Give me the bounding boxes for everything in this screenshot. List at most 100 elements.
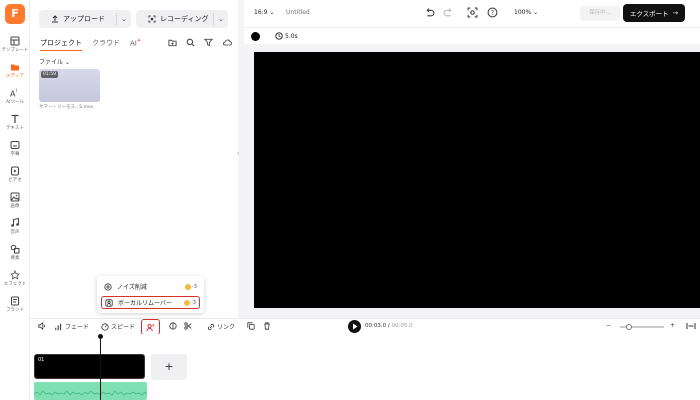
credit-cost: -3 [184,299,196,306]
cloud-icon[interactable] [222,38,232,47]
sidebar-item-audio[interactable]: 音声 [0,216,30,242]
timeline: 01 + [30,334,700,400]
noise-reduction-icon [104,282,112,291]
menu-item-noise-reduction[interactable]: ノイズ削減 -3 [101,280,200,293]
sidebar-item-label: ブランド [6,308,24,313]
new-badge-icon: ✦ [136,38,142,44]
chevron-down-icon: ⌄ [64,59,70,66]
chevron-down-icon[interactable]: ⌄ [117,15,131,23]
sidebar-item-media[interactable]: メディア [0,60,30,86]
new-folder-icon[interactable] [168,38,177,47]
clip-label: 01 [38,357,45,363]
sidebar-item-effects[interactable]: エフェクト [0,268,30,294]
snapshot-icon[interactable] [467,7,478,18]
play-button[interactable] [348,320,361,333]
sidebar-item-brand[interactable]: ブランド [0,294,30,320]
add-clip-button[interactable]: + [151,354,187,380]
audio-icon [11,218,19,227]
zoom-select[interactable]: 100% ⌄ [514,9,538,16]
asset-tools [168,38,232,47]
aspect-ratio-select[interactable]: 16:9 ⌄ [254,9,274,16]
video-preview-canvas[interactable] [254,52,700,308]
timeline-zoom-slider[interactable] [620,324,664,330]
subtitle-icon [10,141,20,149]
sidebar-item-label: 画像 [10,204,20,209]
sidebar-item-video[interactable]: ビデオ [0,164,30,190]
sidebar-item-label: 字幕 [10,152,20,157]
sidebar-item-label: AIツール [6,100,24,105]
app-logo: F [5,4,25,24]
split-audio-button[interactable] [169,322,177,330]
panel-collapse-chevron-icon[interactable]: ‹ [237,150,243,164]
media-thumbnail[interactable]: 01:59 [39,69,100,102]
assets-panel: アップロード ⌄ レコーディング ⌄ プロジェクト クラウド AI✦ ファイル … [30,0,238,318]
zoom-out-button[interactable]: − [606,322,611,329]
menu-item-label: ノイズ削減 [117,284,147,291]
menu-item-vocal-remover[interactable]: ボーカルリムーバー -3 [101,296,200,309]
menu-item-label: ボーカルリムーバー [118,300,172,307]
brand-icon [11,296,19,306]
volume-button[interactable] [38,322,46,330]
sidebar-item-label: テキスト [6,126,24,131]
duration-value: 5.0s [285,32,298,40]
sidebar-item-image[interactable]: 画像 [0,190,30,216]
media-folder-icon [11,64,19,71]
sidebar-item-elements[interactable]: 要素 [0,242,30,268]
fit-timeline-button[interactable] [686,322,696,330]
duration-control[interactable]: 5.0s [275,32,298,40]
file-type-filter[interactable]: ファイル ⌄ [39,57,70,66]
ai-audio-button[interactable] [141,319,160,335]
link-button[interactable]: リンク [207,322,235,331]
speedometer-icon [101,322,109,331]
image-icon [10,192,20,202]
playhead[interactable] [100,336,101,400]
undo-icon[interactable] [424,7,435,18]
ai-tools-icon: AI [10,88,17,98]
redo-icon[interactable] [443,7,454,18]
filter-icon[interactable] [204,38,213,47]
sidebar-item-ai-tools[interactable]: AI AIツール [0,86,30,112]
tab-ai[interactable]: AI✦ [130,38,141,51]
audio-track[interactable] [34,382,147,400]
recording-button[interactable]: レコーディング ⌄ [136,10,228,28]
sidebar-item-label: メディア [6,74,24,79]
template-icon [10,36,20,46]
tab-project[interactable]: プロジェクト [40,38,82,51]
cut-button[interactable] [184,322,192,330]
duplicate-button[interactable] [247,322,255,330]
clock-icon [275,32,283,40]
delete-button[interactable] [263,322,271,330]
tab-ai-label: AI [130,39,137,48]
half-circle-icon [169,322,177,330]
trash-icon [264,322,270,330]
zoom-in-button[interactable]: + [670,322,675,329]
fade-label: フェード [65,324,90,331]
sidebar-item-label: 音声 [10,230,20,235]
upload-label: アップロード [63,15,105,23]
export-button[interactable]: エクスポート → [623,4,685,22]
project-title[interactable]: Untitled [286,9,310,16]
background-color-swatch[interactable] [251,32,260,41]
audio-ai-popup-menu: ノイズ削減 -3 ボーカルリムーバー -3 [97,276,204,313]
chevron-down-icon[interactable]: ⌄ [214,15,228,23]
upload-button[interactable]: アップロード ⌄ [39,10,131,28]
help-icon[interactable]: ? [487,7,498,18]
scissors-icon [184,322,192,330]
copy-icon [247,322,255,330]
video-clip[interactable]: 01 [34,354,145,379]
sidebar-item-subtitle[interactable]: 字幕 [0,138,30,164]
search-icon[interactable] [186,38,195,47]
sidebar-item-text[interactable]: テキスト [0,112,30,138]
sidebar-item-template[interactable]: テンプレート [0,34,30,60]
duration-badge: 01:59 [41,71,58,78]
fade-button[interactable]: フェード [55,322,89,331]
left-rail: F テンプレート メディア AI AIツール テキスト 字幕 ビデオ 画像 音声… [0,0,30,400]
sidebar-item-label: 要素 [10,256,20,261]
tab-cloud[interactable]: クラウド [92,38,120,51]
timecode: 00:03.0 / 00:05.0 [365,323,413,329]
sidebar-item-label: ビデオ [8,178,22,183]
zoom-slider-handle[interactable] [626,324,632,330]
speed-button[interactable]: スピード [101,322,135,331]
record-screen-icon [148,15,156,23]
file-filter-label: ファイル [39,59,64,66]
